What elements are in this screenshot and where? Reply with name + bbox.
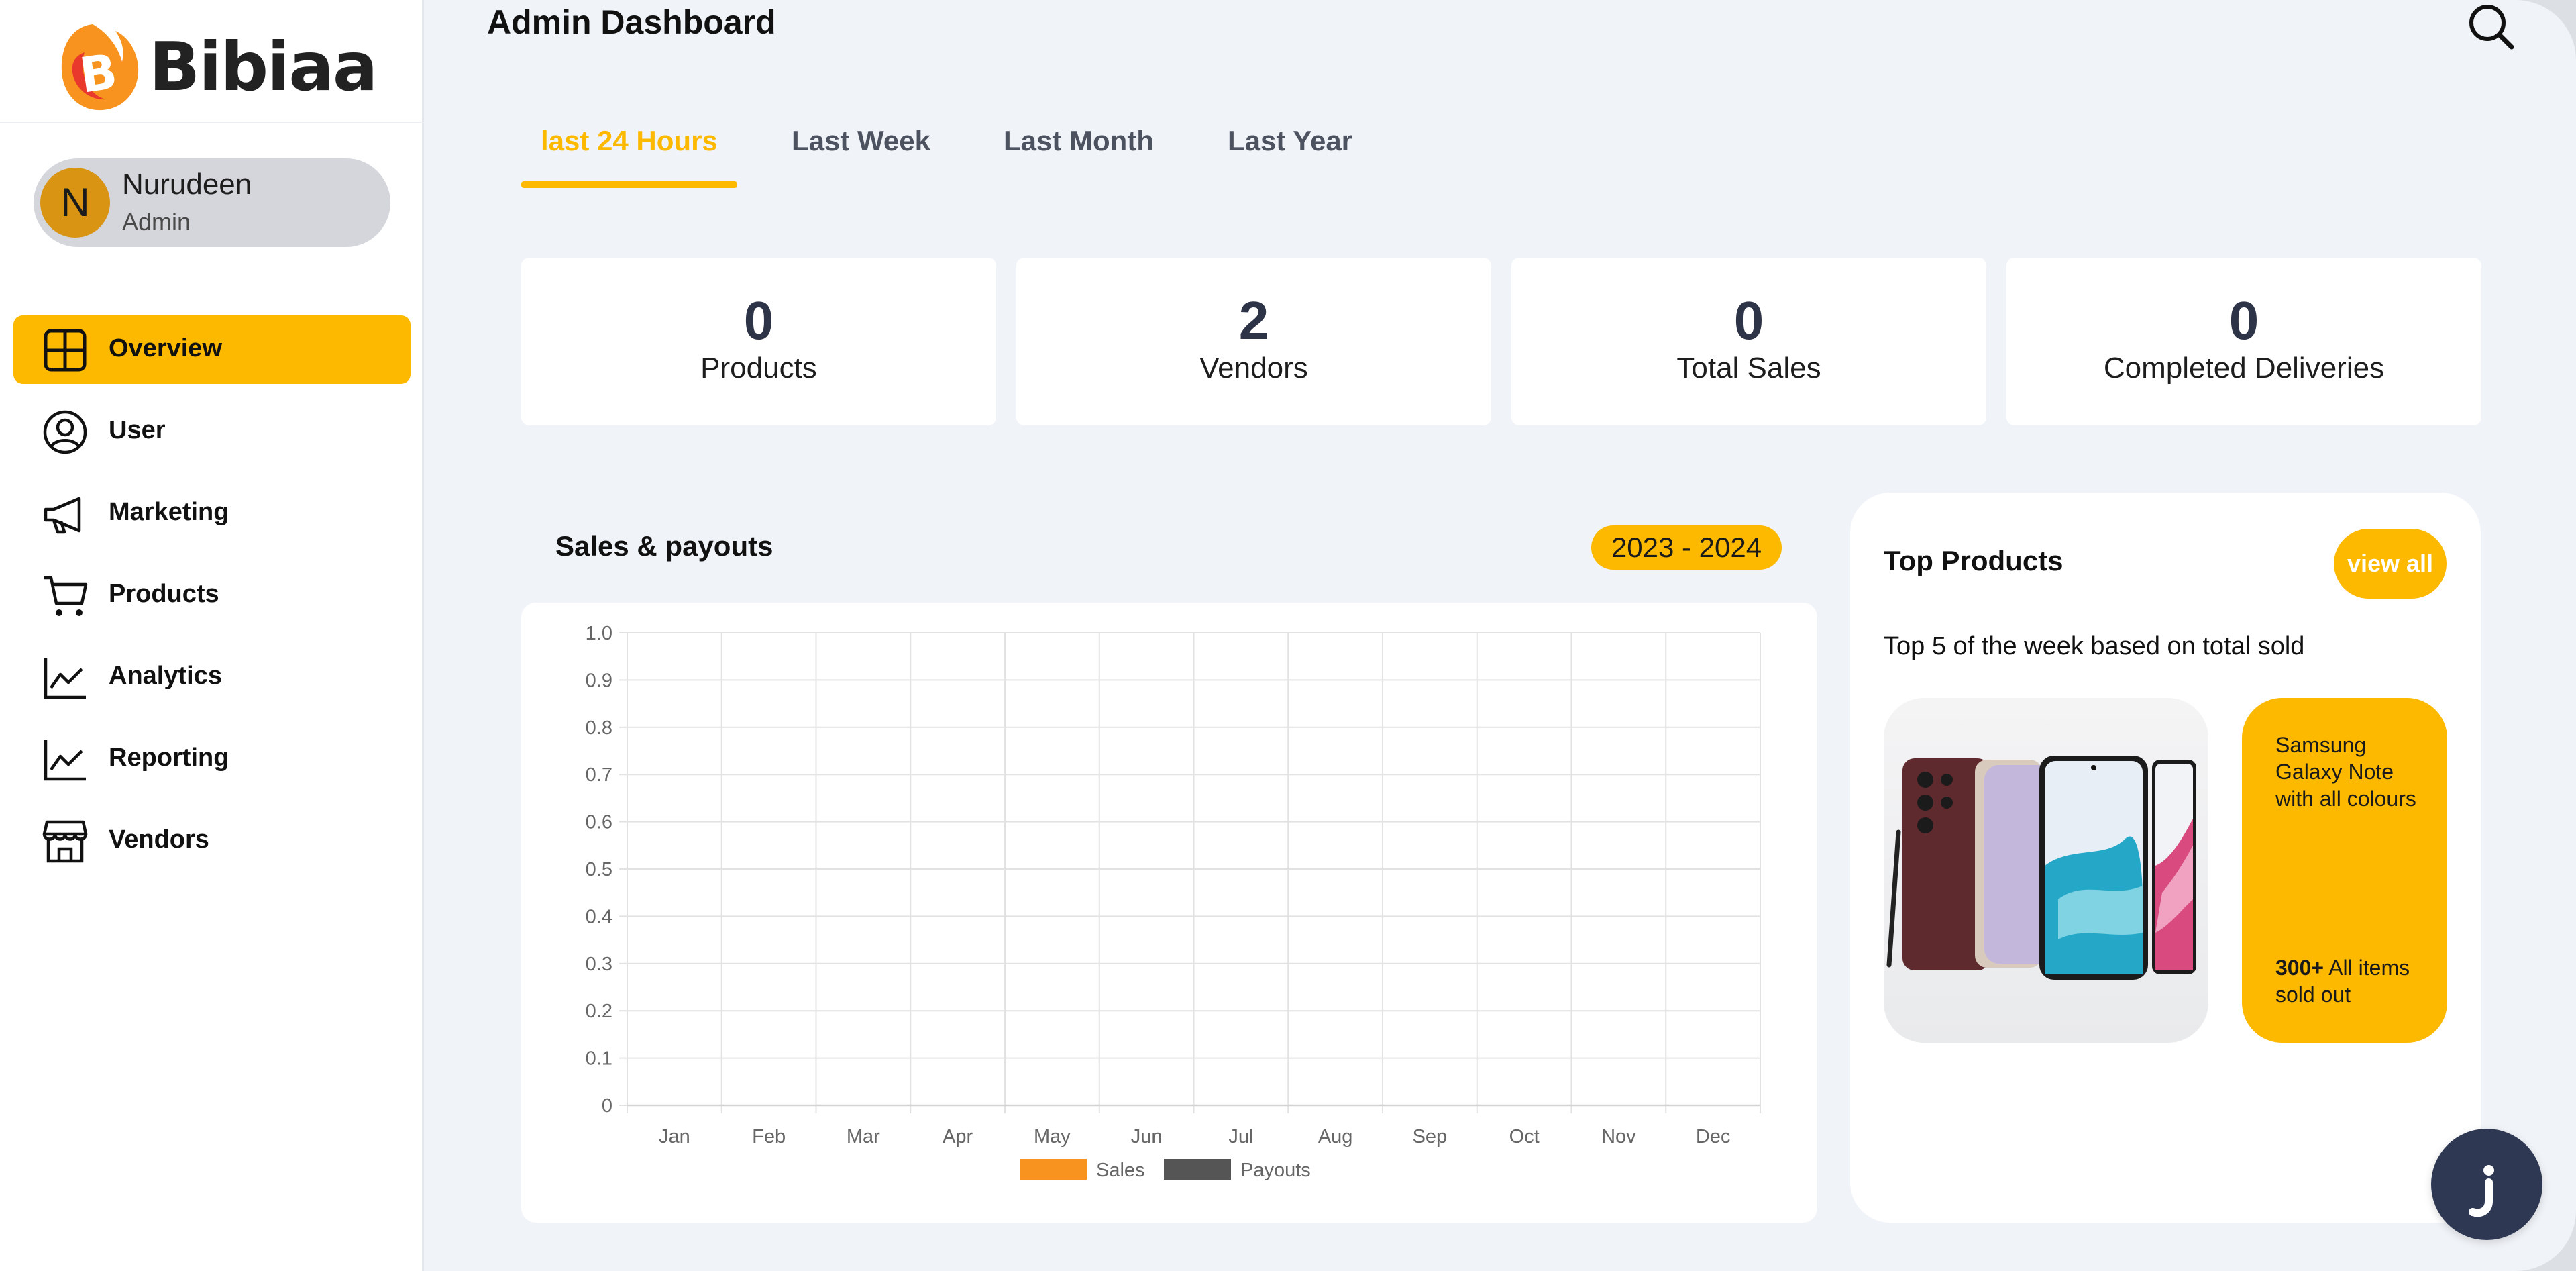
cart-icon: [44, 576, 88, 616]
legend-label-payouts: Payouts: [1240, 1160, 1311, 1181]
sidebar-item-reporting[interactable]: Reporting: [13, 725, 411, 793]
x-tick-label: Dec: [1696, 1126, 1731, 1148]
user-role: Admin: [122, 208, 191, 236]
stat-label: Products: [700, 352, 817, 385]
y-tick-label: 0.9: [586, 670, 612, 691]
top-product-card[interactable]: Samsung Galaxy Note with all colours 300…: [2242, 698, 2447, 1043]
top-products-title: Top Products: [1884, 545, 2063, 576]
app-window: B Bibiaa N Nurudeen Admin Overview User: [0, 0, 2576, 1271]
sidebar-item-label: Analytics: [109, 662, 222, 690]
sidebar-item-products[interactable]: Products: [13, 561, 411, 629]
phone-illustration: [1886, 756, 2196, 980]
sidebar-item-label: Reporting: [109, 744, 229, 772]
x-tick-label: Nov: [1601, 1126, 1636, 1148]
tab-last-year[interactable]: Last Year: [1228, 125, 1352, 157]
legend-swatch-sales: [1020, 1159, 1087, 1180]
stat-card-total-sales: 0 Total Sales: [1511, 258, 1986, 425]
x-tick-label: Mar: [847, 1126, 880, 1148]
sidebar: B Bibiaa N Nurudeen Admin Overview User: [0, 0, 424, 1271]
user-name: Nurudeen: [122, 168, 252, 201]
tab-last-week[interactable]: Last Week: [792, 125, 930, 157]
x-tick-label: May: [1034, 1126, 1071, 1148]
y-tick-label: 0.8: [586, 717, 612, 739]
stat-card-completed-deliveries: 0 Completed Deliveries: [2006, 258, 2481, 425]
year-range-selector[interactable]: 2023 - 2024: [1591, 525, 1782, 570]
y-tick-label: 0.4: [586, 906, 612, 927]
x-tick-label: Jul: [1228, 1126, 1253, 1148]
sales-section-title: Sales & payouts: [555, 530, 773, 562]
x-tick-label: Oct: [1509, 1126, 1540, 1148]
sidebar-item-label: User: [109, 416, 166, 444]
sold-count: 300+: [2275, 956, 2324, 980]
logo[interactable]: B Bibiaa: [0, 0, 424, 123]
page-title: Admin Dashboard: [487, 3, 776, 41]
chat-button[interactable]: [2431, 1129, 2542, 1240]
stat-value: 0: [1733, 291, 1764, 350]
sidebar-item-label: Products: [109, 580, 219, 608]
avatar: N: [40, 168, 110, 238]
y-tick-label: 0.6: [586, 812, 612, 833]
sidebar-item-vendors[interactable]: Vendors: [13, 807, 411, 875]
sidebar-item-label: Marketing: [109, 498, 229, 526]
stat-value: 2: [1238, 291, 1269, 350]
y-tick-label: 1.0: [586, 623, 612, 644]
active-tab-indicator: [521, 181, 737, 188]
stat-card-vendors: 2 Vendors: [1016, 258, 1491, 425]
y-tick-label: 0.3: [586, 954, 612, 975]
stat-label: Vendors: [1199, 352, 1308, 385]
x-tick-label: Apr: [943, 1126, 973, 1148]
user-circle-icon: [43, 410, 87, 454]
legend-swatch-payouts: [1164, 1159, 1231, 1180]
tab-last-month[interactable]: Last Month: [1004, 125, 1154, 157]
y-tick-label: 0.2: [586, 1001, 612, 1022]
sidebar-item-user[interactable]: User: [13, 397, 411, 466]
grid-icon: [44, 329, 87, 372]
view-all-button[interactable]: view all: [2334, 529, 2447, 599]
stat-label: Total Sales: [1676, 352, 1821, 385]
x-tick-label: Jan: [659, 1126, 690, 1148]
stat-value: 0: [2229, 291, 2259, 350]
sales-payouts-chart: 0 0.1 0.2 0.3 0.4 0.5 0.6 0.7 0.8 0.9 1.0 Jan Feb Mar…: [586, 623, 1761, 1181]
stat-card-products: 0 Products: [521, 258, 996, 425]
sidebar-item-overview[interactable]: Overview: [13, 315, 411, 384]
tab-last-24-hours[interactable]: last 24 Hours: [541, 125, 718, 157]
product-image[interactable]: [1884, 698, 2208, 1043]
x-tick-label: Jun: [1131, 1126, 1163, 1148]
stat-label: Completed Deliveries: [2103, 352, 2385, 385]
sidebar-item-marketing[interactable]: Marketing: [13, 479, 411, 548]
brand-name: Bibiaa: [149, 28, 378, 106]
x-tick-label: Sep: [1413, 1126, 1448, 1148]
sales-chart-card: 0 0.1 0.2 0.3 0.4 0.5 0.6 0.7 0.8 0.9 1.0 Jan Feb Mar…: [521, 603, 1817, 1223]
top-products-panel: Top Products view all Top 5 of the week …: [1850, 493, 2481, 1223]
product-sold-info: 300+ All items sold out: [2275, 954, 2430, 1008]
top-products-subtitle: Top 5 of the week based on total sold: [1884, 632, 2305, 660]
megaphone-icon: [44, 497, 81, 534]
y-tick-label: 0.7: [586, 764, 612, 786]
sidebar-item-analytics[interactable]: Analytics: [13, 643, 411, 711]
svg-text:B: B: [76, 43, 121, 104]
legend-label-sales: Sales: [1096, 1160, 1145, 1181]
y-tick-label: 0.1: [586, 1048, 612, 1070]
line-chart-icon: [44, 658, 86, 699]
user-profile-card[interactable]: N Nurudeen Admin: [34, 158, 390, 247]
x-tick-label: Aug: [1318, 1126, 1353, 1148]
sidebar-item-label: Vendors: [109, 825, 209, 854]
sidebar-item-label: Overview: [109, 334, 222, 362]
y-tick-label: 0.5: [586, 859, 612, 880]
stat-value: 0: [743, 291, 774, 350]
line-chart-icon: [44, 740, 86, 781]
chat-icon: [2469, 1165, 2494, 1217]
y-tick-label: 0: [602, 1095, 612, 1117]
x-tick-label: Feb: [752, 1126, 786, 1148]
logo-icon: B: [61, 24, 139, 111]
search-icon[interactable]: [2466, 1, 2516, 51]
store-icon: [42, 820, 88, 863]
product-name: Samsung Galaxy Note with all colours: [2275, 733, 2416, 811]
